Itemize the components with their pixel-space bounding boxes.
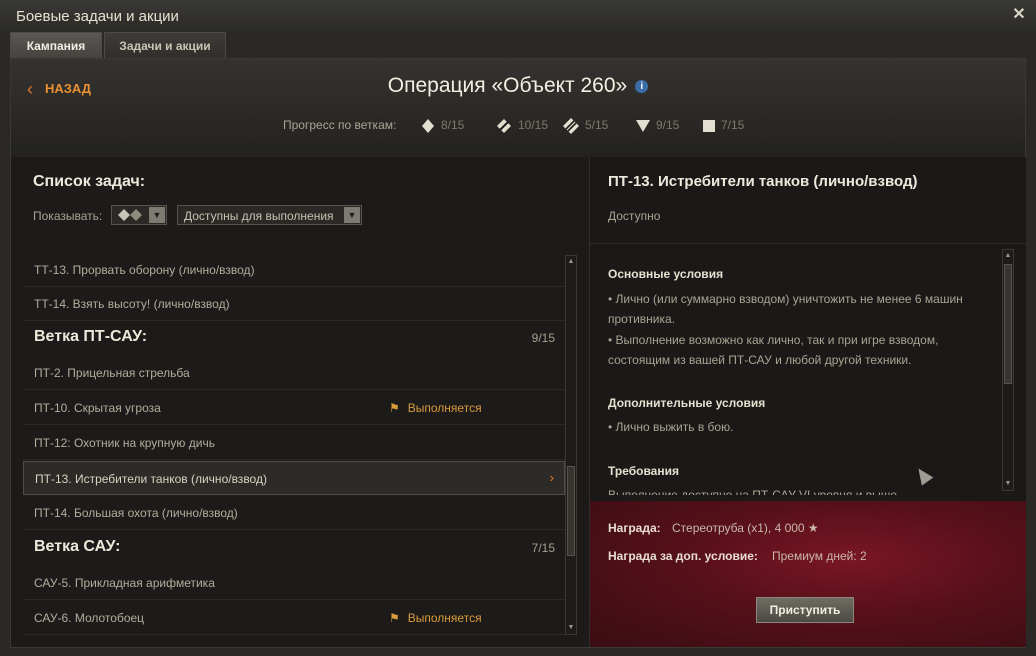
branch-value: 7/15 xyxy=(721,118,745,132)
chevron-right-icon: › xyxy=(549,470,554,485)
scroll-down-icon[interactable]: ▼ xyxy=(566,623,576,633)
branch-medium-tank: 10/15 xyxy=(496,118,548,134)
task-name: ПТ-14. Большая охота (лично/взвод) xyxy=(34,506,238,520)
vehicle-type-icon xyxy=(118,209,142,221)
task-row-pt12[interactable]: ПТ-12: Охотник на крупную дичь xyxy=(23,426,565,460)
task-list-scrollbar[interactable]: ▲ ▼ xyxy=(565,255,577,635)
extra-conditions-heading: Дополнительные условия xyxy=(608,396,766,410)
branch-value: 8/15 xyxy=(441,118,465,132)
scroll-thumb[interactable] xyxy=(1004,264,1012,384)
task-status-text: Выполняется xyxy=(407,611,482,625)
branch-tank-destroyer: 9/15 xyxy=(636,118,679,134)
section-title: Ветка САУ: xyxy=(34,538,121,555)
extra-reward-label: Награда за доп. условие: xyxy=(608,549,758,563)
main-condition-2: • Выполнение возможно как лично, так и п… xyxy=(608,333,939,367)
scroll-up-icon[interactable]: ▲ xyxy=(566,257,576,267)
task-conditions: Основные условия • Лично (или суммарно в… xyxy=(608,257,988,495)
task-status-text: Выполняется xyxy=(407,401,482,415)
task-name: ПТ-12: Охотник на крупную дичь xyxy=(34,436,215,450)
scroll-down-icon[interactable]: ▼ xyxy=(1003,479,1013,489)
tank-destroyer-icon xyxy=(636,119,650,132)
divider xyxy=(590,243,1026,244)
branch-value: 9/15 xyxy=(656,118,680,132)
reward-label: Награда: xyxy=(608,521,661,535)
section-count: 7/15 xyxy=(531,541,555,555)
operation-title-text: Операция «Объект 260» xyxy=(387,74,628,97)
status-filter-value: Доступны для выполнения xyxy=(184,209,334,223)
section-count: 9/15 xyxy=(531,331,555,345)
close-icon[interactable]: ✕ xyxy=(1010,6,1028,24)
task-list-title: Список задач: xyxy=(33,173,146,190)
medium-tank-icon xyxy=(497,118,511,133)
main-conditions-heading: Основные условия xyxy=(608,267,724,281)
task-name: САУ-5. Прикладная арифметика xyxy=(34,576,215,590)
branch-heavy-tank: 5/15 xyxy=(563,118,608,134)
vehicle-type-dropdown[interactable]: ▼ xyxy=(111,205,167,225)
progress-label: Прогресс по веткам: xyxy=(283,118,397,132)
spg-icon xyxy=(703,119,715,132)
branch-value: 5/15 xyxy=(585,118,609,133)
start-button[interactable]: Приступить xyxy=(756,597,854,623)
chevron-down-icon: ▼ xyxy=(149,207,165,223)
section-title: Ветка ПТ-САУ: xyxy=(34,328,148,345)
task-row-spg5[interactable]: САУ-5. Прикладная арифметика xyxy=(23,566,565,600)
extra-condition-1: • Лично выжить в бою. xyxy=(608,420,734,434)
branch-value: 10/15 xyxy=(518,118,549,132)
info-icon[interactable]: i xyxy=(635,79,649,93)
detail-title: ПТ-13. Истребители танков (лично/взвод) xyxy=(608,173,918,190)
branch-spg: 7/15 xyxy=(703,118,744,134)
task-name: ПТ-2. Прицельная стрельба xyxy=(34,366,190,380)
section-spg-branch: Ветка САУ: 7/15 xyxy=(23,531,565,565)
section-td-branch: Ветка ПТ-САУ: 9/15 xyxy=(23,321,565,355)
flag-icon: ⚑ xyxy=(389,611,400,625)
requirements-heading: Требования xyxy=(608,464,679,478)
detail-scrollbar[interactable]: ▲ ▼ xyxy=(1002,249,1014,491)
tab-quests[interactable]: Задачи и акции xyxy=(104,32,226,58)
extra-reward-value: Премиум дней: 2 xyxy=(772,549,867,563)
task-list-panel: Список задач: Показывать: ▼ Доступны для… xyxy=(11,157,587,647)
task-row-pt13-selected[interactable]: ПТ-13. Истребители танков (лично/взвод) … xyxy=(23,461,565,495)
reward-value: Стереотруба (x1), 4 000 ★ xyxy=(672,521,819,535)
window-title: Боевые задачи и акции xyxy=(16,8,179,25)
detail-status: Доступно xyxy=(608,209,661,223)
task-row-tt14[interactable]: ТТ-14. Взять высоту! (лично/взвод) xyxy=(23,287,565,321)
title-bar: Боевые задачи и акции ✕ xyxy=(0,0,1036,32)
task-row-pt2[interactable]: ПТ-2. Прицельная стрельба xyxy=(23,356,565,390)
scroll-thumb[interactable] xyxy=(567,466,575,556)
quests-window: Боевые задачи и акции ✕ Кампания Задачи … xyxy=(0,0,1036,656)
chevron-down-icon: ▼ xyxy=(344,207,360,223)
light-tank-icon xyxy=(422,118,434,133)
task-row-tt13[interactable]: ТТ-13. Прорвать оборону (лично/взвод) xyxy=(23,253,565,287)
requirement-1: Выполнение доступно на ПТ-САУ VI уровня … xyxy=(608,488,901,495)
task-name: ПТ-10. Скрытая угроза xyxy=(34,401,161,415)
task-row-pt10[interactable]: ПТ-10. Скрытая угроза ⚑ Выполняется xyxy=(23,391,565,425)
task-row-pt14[interactable]: ПТ-14. Большая охота (лично/взвод) xyxy=(23,496,565,530)
task-name: ТТ-13. Прорвать оборону (лично/взвод) xyxy=(34,263,255,277)
task-name: ТТ-14. Взять высоту! (лично/взвод) xyxy=(34,297,230,311)
campaign-content: ‹ НАЗАД Операция «Объект 260» i Прогресс … xyxy=(10,58,1026,648)
show-filter-label: Показывать: xyxy=(33,209,103,223)
main-condition-1: • Лично (или суммарно взводом) уничтожит… xyxy=(608,292,963,326)
tab-campaign[interactable]: Кампания xyxy=(10,32,102,58)
operation-header: ‹ НАЗАД Операция «Объект 260» i Прогресс … xyxy=(11,59,1025,157)
flag-icon: ⚑ xyxy=(389,401,400,415)
branch-light-tank: 8/15 xyxy=(421,118,464,134)
task-status: ⚑ Выполняется xyxy=(389,611,482,625)
task-list: ТТ-13. Прорвать оборону (лично/взвод) ТТ… xyxy=(23,253,565,639)
task-name: САУ-6. Молотобоец xyxy=(34,611,145,625)
status-filter-dropdown[interactable]: Доступны для выполнения ▼ xyxy=(177,205,362,225)
heavy-tank-icon xyxy=(563,118,579,134)
operation-title: Операция «Объект 260» i xyxy=(11,74,1025,98)
reward-box: Награда: Стереотруба (x1), 4 000 ★ Награ… xyxy=(590,501,1026,647)
task-status: ⚑ Выполняется xyxy=(389,401,482,415)
task-row-spg6[interactable]: САУ-6. Молотобоец ⚑ Выполняется xyxy=(23,601,565,635)
task-name: ПТ-13. Истребители танков (лично/взвод) xyxy=(35,472,267,486)
task-detail-panel: ПТ-13. Истребители танков (лично/взвод) … xyxy=(589,157,1026,647)
scroll-up-icon[interactable]: ▲ xyxy=(1003,251,1013,261)
